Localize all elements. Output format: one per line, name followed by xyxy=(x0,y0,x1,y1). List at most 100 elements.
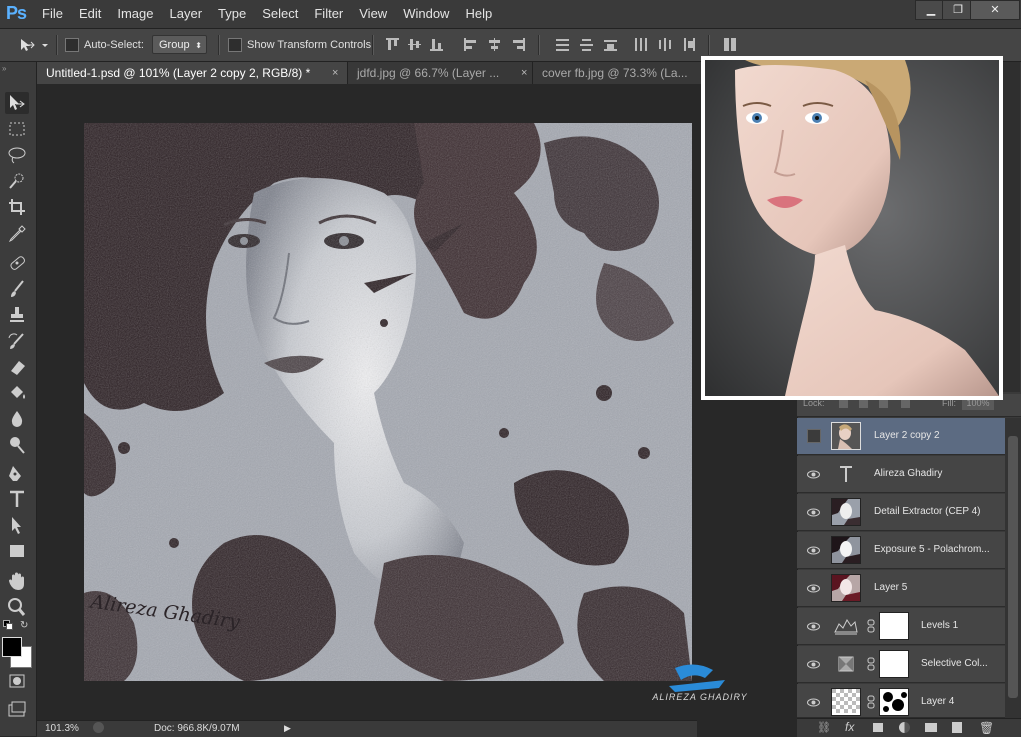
menu-layer[interactable]: Layer xyxy=(162,0,211,28)
distribute-horizontal-center-icon[interactable] xyxy=(658,38,671,51)
menu-window[interactable]: Window xyxy=(395,0,457,28)
status-menu-arrow-icon[interactable]: ▶ xyxy=(284,723,291,734)
transform-controls-checkbox[interactable] xyxy=(228,38,242,52)
mask-link-icon[interactable] xyxy=(867,657,875,671)
watermark-logo: ALIREZA GHADIRY xyxy=(645,658,755,708)
paint-bucket-tool-icon[interactable] xyxy=(5,382,29,404)
menu-view[interactable]: View xyxy=(351,0,395,28)
menu-filter[interactable]: Filter xyxy=(306,0,351,28)
crop-tool-icon[interactable] xyxy=(5,196,29,218)
rectangle-tool-icon[interactable] xyxy=(5,540,29,562)
eyedropper-tool-icon[interactable] xyxy=(5,222,29,244)
layer-row[interactable]: Layer 4 xyxy=(797,684,1005,718)
align-top-icon[interactable] xyxy=(386,38,399,51)
auto-align-layers-icon[interactable] xyxy=(724,38,737,51)
distribute-left-icon[interactable] xyxy=(634,38,647,51)
pen-tool-icon[interactable] xyxy=(5,462,29,484)
distribute-bottom-icon[interactable] xyxy=(604,38,617,51)
menu-type[interactable]: Type xyxy=(210,0,254,28)
mask-link-icon[interactable] xyxy=(867,619,875,633)
eye-icon[interactable] xyxy=(807,544,820,557)
align-left-icon[interactable] xyxy=(464,38,477,51)
lasso-tool-icon[interactable] xyxy=(5,144,29,166)
menu-help[interactable]: Help xyxy=(457,0,500,28)
layers-scrollbar[interactable] xyxy=(1005,418,1021,718)
swap-colors-icon[interactable]: ↻ xyxy=(20,620,28,631)
lock-all-icon[interactable] xyxy=(901,399,910,408)
tab-jdfd[interactable]: jdfd.jpg @ 66.7% (Layer ... × xyxy=(347,62,532,84)
distribute-right-icon[interactable] xyxy=(682,38,695,51)
tab-close-icon[interactable]: × xyxy=(521,62,527,84)
panel-scrollbar[interactable] xyxy=(1002,62,1020,392)
distribute-vertical-center-icon[interactable] xyxy=(580,38,593,51)
zoom-level[interactable]: 101.3% xyxy=(45,723,79,734)
move-tool-icon[interactable] xyxy=(5,92,29,114)
adjustment-layer-icon[interactable] xyxy=(899,722,910,733)
eye-icon[interactable] xyxy=(807,620,820,633)
panel-collapse-icon[interactable]: » xyxy=(2,64,6,73)
tab-untitled-1[interactable]: Untitled-1.psd @ 101% (Layer 2 copy 2, R… xyxy=(37,62,347,84)
new-layer-icon[interactable] xyxy=(952,722,962,733)
lock-image-icon[interactable] xyxy=(859,399,868,408)
close-window-button[interactable]: ✕ xyxy=(970,0,1020,20)
mask-link-icon[interactable] xyxy=(867,695,875,709)
auto-select-dropdown[interactable]: Group ⬍ xyxy=(152,35,207,54)
clone-stamp-tool-icon[interactable] xyxy=(5,304,29,326)
eye-icon[interactable] xyxy=(807,696,820,709)
menu-select[interactable]: Select xyxy=(254,0,306,28)
hand-tool-icon[interactable] xyxy=(5,570,29,592)
align-vertical-center-icon[interactable] xyxy=(408,38,421,51)
type-tool-icon[interactable] xyxy=(5,488,29,510)
zoom-tool-icon[interactable] xyxy=(5,596,29,618)
visibility-toggle[interactable] xyxy=(807,429,821,443)
move-tool-preset-icon[interactable] xyxy=(18,36,48,54)
layer-row[interactable]: Levels 1 xyxy=(797,608,1005,645)
layer-mask-thumbnail[interactable] xyxy=(879,650,909,678)
distribute-top-icon[interactable] xyxy=(556,38,569,51)
document-canvas[interactable]: Alireza Ghadiry xyxy=(84,123,692,681)
eye-icon[interactable] xyxy=(807,582,820,595)
lock-transparent-icon[interactable] xyxy=(839,399,848,408)
history-brush-tool-icon[interactable] xyxy=(5,330,29,352)
layer-row[interactable]: Layer 2 copy 2 xyxy=(797,418,1005,455)
eye-icon[interactable] xyxy=(807,506,820,519)
healing-brush-tool-icon[interactable] xyxy=(5,252,29,274)
align-right-icon[interactable] xyxy=(512,38,525,51)
tab-close-icon[interactable]: × xyxy=(332,62,338,84)
default-colors-icon[interactable] xyxy=(3,620,13,630)
marquee-tool-icon[interactable] xyxy=(5,118,29,140)
lock-position-icon[interactable] xyxy=(879,399,888,408)
eye-icon[interactable] xyxy=(807,468,820,481)
layer-row[interactable]: Alireza Ghadiry xyxy=(797,456,1005,493)
foreground-color-swatch[interactable] xyxy=(2,637,22,657)
layer-style-icon[interactable]: fx xyxy=(845,720,854,734)
layer-row[interactable]: Exposure 5 - Polachrom... xyxy=(797,532,1005,569)
blur-tool-icon[interactable] xyxy=(5,408,29,430)
menu-file[interactable]: File xyxy=(34,0,71,28)
link-layers-icon[interactable]: ⛓ xyxy=(817,721,831,734)
delete-layer-icon[interactable]: 🗑 xyxy=(979,721,994,735)
align-horizontal-center-icon[interactable] xyxy=(488,38,501,51)
screen-mode-icon[interactable] xyxy=(5,698,29,720)
quick-mask-icon[interactable] xyxy=(5,670,29,692)
auto-select-checkbox[interactable] xyxy=(65,38,79,52)
eraser-tool-icon[interactable] xyxy=(5,356,29,378)
tab-cover-fb[interactable]: cover fb.jpg @ 73.3% (La... xyxy=(532,62,702,84)
align-bottom-icon[interactable] xyxy=(430,38,443,51)
scrollbar-thumb[interactable] xyxy=(1008,436,1018,698)
layer-row[interactable]: Selective Col... xyxy=(797,646,1005,683)
brush-tool-icon[interactable] xyxy=(5,278,29,300)
dodge-tool-icon[interactable] xyxy=(5,434,29,456)
layer-row[interactable]: Detail Extractor (CEP 4) xyxy=(797,494,1005,531)
new-group-icon[interactable] xyxy=(925,723,937,732)
eye-icon[interactable] xyxy=(807,658,820,671)
layer-mask-thumbnail[interactable] xyxy=(879,612,909,640)
quick-selection-tool-icon[interactable] xyxy=(5,170,29,192)
path-selection-tool-icon[interactable] xyxy=(5,514,29,536)
menu-edit[interactable]: Edit xyxy=(71,0,109,28)
menu-image[interactable]: Image xyxy=(109,0,161,28)
layer-row[interactable]: Layer 5 xyxy=(797,570,1005,607)
add-mask-icon[interactable] xyxy=(873,723,883,732)
status-share-icon[interactable] xyxy=(93,722,104,733)
layer-mask-thumbnail[interactable] xyxy=(879,688,909,716)
